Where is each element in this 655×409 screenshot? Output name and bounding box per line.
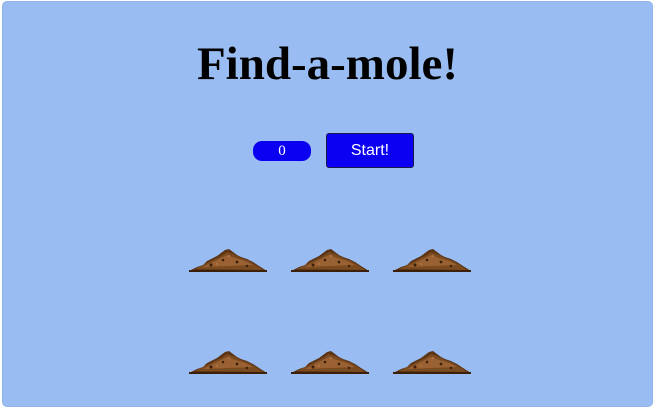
mole-hole-5[interactable] bbox=[291, 348, 369, 374]
mole-hole-2[interactable] bbox=[291, 246, 369, 272]
game-title: Find-a-mole! bbox=[196, 38, 459, 90]
mole-hole-3[interactable] bbox=[393, 246, 471, 272]
dirt-mound-icon bbox=[291, 351, 369, 374]
score-display: 0 bbox=[253, 141, 311, 161]
start-button[interactable]: Start! bbox=[326, 133, 414, 168]
dirt-mound-icon bbox=[393, 249, 471, 272]
mole-hole-6[interactable] bbox=[393, 348, 471, 374]
dirt-mound-icon bbox=[189, 351, 267, 374]
dirt-mound-icon bbox=[189, 249, 267, 272]
mole-hole-4[interactable] bbox=[189, 348, 267, 374]
dirt-mound-icon bbox=[393, 351, 471, 374]
mole-hole-1[interactable] bbox=[189, 246, 267, 272]
game-board: Find-a-mole! 0 Start! bbox=[2, 1, 653, 407]
dirt-mound-icon bbox=[291, 249, 369, 272]
